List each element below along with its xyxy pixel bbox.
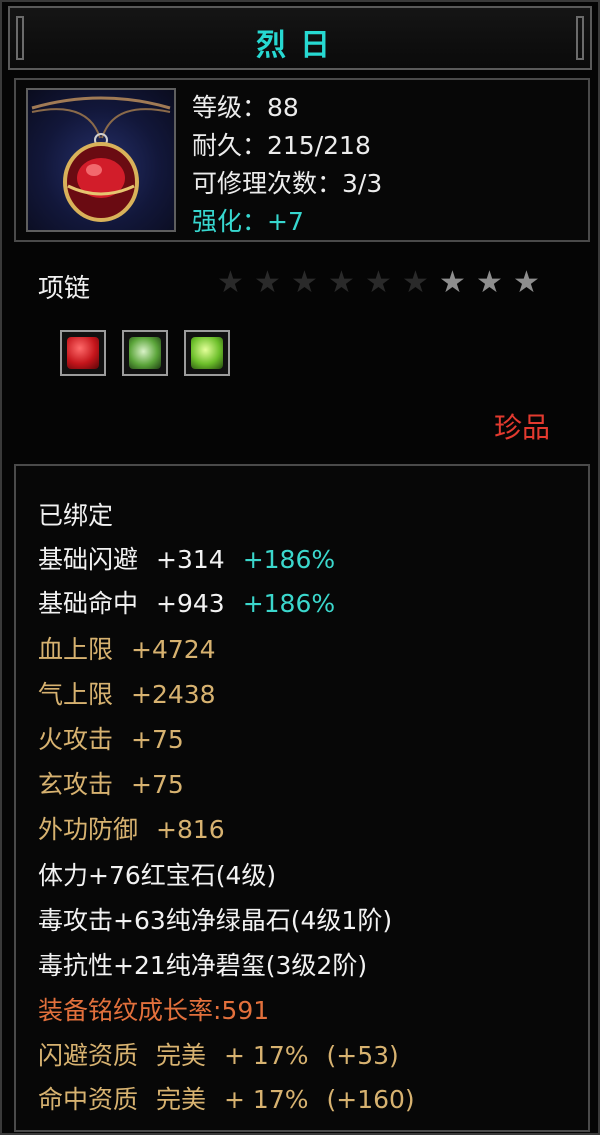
attr-defense: 外功防御 +816: [38, 810, 225, 846]
attr-xuan: 玄攻击 +75: [38, 765, 184, 801]
dodge-quality: 闪避资质 完美 + 17% (+53): [38, 1036, 399, 1072]
attr-grade: 完美: [156, 1085, 207, 1114]
attr-label: 基础命中: [38, 589, 139, 618]
attr-percent: +186%: [242, 545, 336, 574]
attr-label: 闪避资质: [38, 1041, 139, 1070]
star-icon: ★: [217, 265, 244, 300]
attr-bonus: (+160): [326, 1085, 415, 1114]
level-label: 等级：88: [192, 93, 299, 122]
item-tooltip: 烈日 等级：88 耐久：215/218 可修理次数：3/3 强化：+7 项链 ★…: [0, 0, 600, 1135]
attr-value: +943: [156, 589, 225, 618]
title-bar: 烈日: [8, 6, 592, 70]
attr-label: 玄攻击: [38, 770, 114, 799]
star-icon: ★: [402, 265, 429, 300]
growth-rate: 装备铭纹成长率:591: [38, 996, 270, 1025]
gem-attr-2: 毒攻击+63纯净绿晶石(4级1阶): [38, 906, 393, 935]
attr-percent: +186%: [242, 589, 336, 618]
star-icon: ★: [439, 265, 466, 300]
quality-label: 珍品: [493, 411, 550, 444]
attr-qi: 气上限 +2438: [38, 675, 216, 711]
item-header: 等级：88 耐久：215/218 可修理次数：3/3 强化：+7: [14, 78, 590, 242]
star-icon: ★: [328, 265, 355, 300]
attr-value: +4724: [131, 635, 216, 664]
attr-bonus: (+53): [326, 1041, 399, 1070]
attr-label: 基础闪避: [38, 545, 139, 574]
attr-label: 外功防御: [38, 815, 139, 844]
hit-quality: 命中资质 完美 + 17% (+160): [38, 1080, 415, 1116]
attr-value: +314: [156, 545, 225, 574]
green-jade-icon[interactable]: [184, 330, 230, 376]
attributes-panel: 已绑定 基础闪避 +314 +186% 基础命中 +943 +186% 血上限 +4724…: [14, 464, 590, 1132]
attr-label: 气上限: [38, 680, 114, 709]
bound-status: 已绑定: [38, 501, 114, 530]
durability-label: 耐久：215/218: [192, 131, 371, 160]
item-name: 烈日: [256, 28, 344, 63]
attr-value: +816: [156, 815, 225, 844]
attr-label: 命中资质: [38, 1085, 139, 1114]
necklace-icon: [26, 88, 176, 232]
attr-fire: 火攻击 +75: [38, 720, 184, 756]
attr-label: 火攻击: [38, 725, 114, 754]
star-icon: ★: [513, 265, 540, 300]
gem-attr-1: 体力+76红宝石(4级): [38, 861, 277, 890]
attr-hit: 基础命中 +943 +186%: [38, 584, 335, 620]
star-icon: ★: [291, 265, 318, 300]
green-crystal-icon[interactable]: [122, 330, 168, 376]
attr-value: +75: [131, 725, 184, 754]
attr-grade: 完美: [156, 1041, 207, 1070]
star-icon: ★: [254, 265, 281, 300]
attr-hp: 血上限 +4724: [38, 630, 216, 666]
attr-value: +2438: [131, 680, 216, 709]
repair-count-label: 可修理次数：3/3: [192, 169, 383, 198]
star-icon: ★: [365, 265, 392, 300]
item-type: 项链: [38, 274, 91, 304]
red-gem-icon[interactable]: [60, 330, 106, 376]
strengthen-label: 强化：+7: [192, 207, 304, 236]
gem-attr-3: 毒抗性+21纯净碧玺(3级2阶): [38, 951, 368, 980]
attr-label: 血上限: [38, 635, 114, 664]
attr-dodge: 基础闪避 +314 +186%: [38, 540, 335, 576]
star-icon: ★: [476, 265, 503, 300]
attr-value: + 17%: [224, 1085, 309, 1114]
star-rating: ★ ★ ★ ★ ★ ★ ★ ★ ★: [212, 266, 545, 300]
attr-value: +75: [131, 770, 184, 799]
attr-value: + 17%: [224, 1041, 309, 1070]
